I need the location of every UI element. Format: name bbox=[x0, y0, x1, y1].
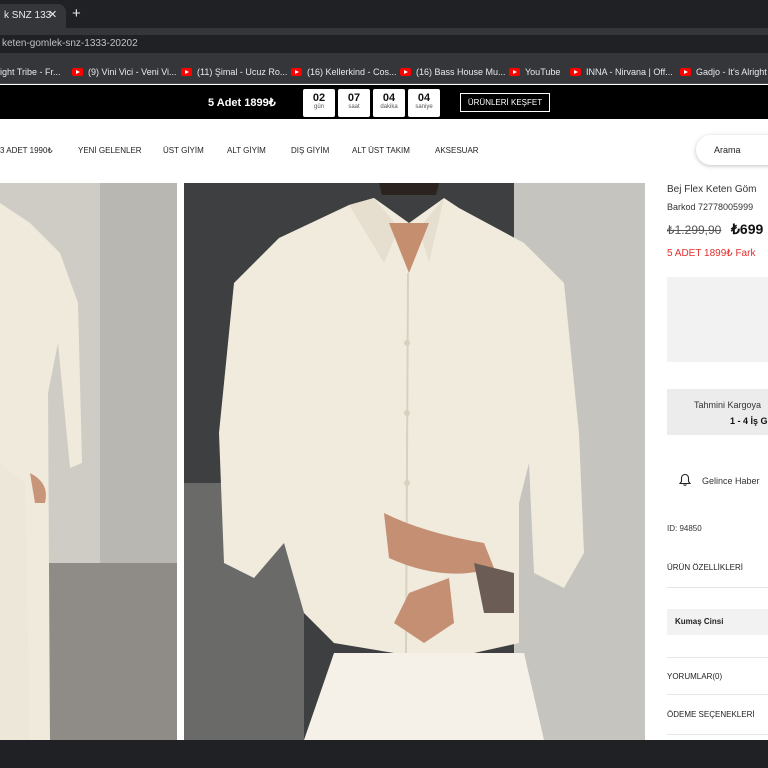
countdown-unit: saat bbox=[348, 104, 360, 110]
countdown-value: 04 bbox=[417, 92, 431, 104]
product-features-accordion[interactable]: ÜRÜN ÖZELLİKLERİ bbox=[667, 563, 768, 588]
bookmark-label: YouTube bbox=[525, 67, 561, 77]
search-input[interactable]: Arama bbox=[696, 135, 768, 165]
reviews-accordion[interactable]: YORUMLAR(0) bbox=[667, 657, 768, 695]
bookmark-item[interactable]: Gadjo - It's Alright ( bbox=[680, 65, 768, 79]
countdown-unit: gün bbox=[313, 104, 324, 110]
youtube-icon bbox=[72, 68, 83, 76]
payment-options-label: ÖDEME SEÇENEKLERİ bbox=[667, 710, 755, 719]
shipping-label: Tahmini Kargoya bbox=[694, 400, 762, 410]
product-info-panel: Bej Flex Keten Göm Barkod 72778005999 ₺1… bbox=[645, 181, 768, 740]
countdown-unit: saniye bbox=[415, 104, 433, 110]
product-id: ID: 94850 bbox=[667, 524, 702, 533]
bookmark-label: ight Tribe - Fr... bbox=[0, 67, 61, 77]
bookmark-label: (9) Vini Vici - Veni Vi... bbox=[88, 67, 177, 77]
countdown-unit: dakika bbox=[380, 104, 398, 110]
payment-options-accordion[interactable]: ÖDEME SEÇENEKLERİ bbox=[667, 695, 768, 735]
youtube-icon bbox=[181, 68, 192, 76]
fabric-type-label: Kumaş Cinsi bbox=[675, 617, 724, 626]
product-photo-2[interactable] bbox=[184, 183, 645, 740]
bookmarks-bar: ight Tribe - Fr... (9) Vini Vici - Veni … bbox=[0, 60, 768, 84]
new-price: ₺699 bbox=[731, 221, 764, 237]
new-tab-icon[interactable]: + bbox=[72, 5, 81, 22]
nav-item-new-arrivals[interactable]: YENİ GELENLER bbox=[78, 146, 142, 155]
nav-item-outerwear[interactable]: DIŞ GİYİM bbox=[291, 146, 329, 155]
notify-label: Gelince Haber bbox=[702, 476, 760, 486]
shipping-estimate: Tahmini Kargoya 1 - 4 İş G bbox=[667, 389, 768, 435]
product-photo-1[interactable] bbox=[0, 183, 177, 740]
bookmark-item[interactable]: ight Tribe - Fr... bbox=[0, 65, 61, 79]
nav-item-3-adet[interactable]: 3 ADET 1990₺ bbox=[0, 146, 53, 155]
bottom-edge bbox=[0, 740, 768, 768]
youtube-icon bbox=[400, 68, 411, 76]
bookmark-label: (11) Şimal - Ucuz Ro... bbox=[197, 67, 288, 77]
nav-item-bottoms[interactable]: ALT GİYİM bbox=[227, 146, 266, 155]
bookmark-label: INNA - Nirvana | Off... bbox=[586, 67, 673, 77]
youtube-icon bbox=[570, 68, 581, 76]
campaign-text: 5 ADET 1899₺ Fark bbox=[667, 248, 756, 259]
bookmark-item[interactable]: (16) Bass House Mu... bbox=[400, 65, 506, 79]
product-name: Bej Flex Keten Göm bbox=[667, 184, 757, 195]
browser-tab-title: k SNZ 133 bbox=[4, 10, 52, 21]
explore-products-button[interactable]: ÜRÜNLERİ KEŞFET bbox=[460, 93, 550, 112]
bookmark-item[interactable]: (16) Kellerkind - Cos... bbox=[291, 65, 397, 79]
bookmark-label: (16) Kellerkind - Cos... bbox=[307, 67, 397, 77]
main-nav: 3 ADET 1990₺ YENİ GELENLER ÜST GİYİM ALT… bbox=[0, 119, 768, 181]
bookmark-item[interactable]: (11) Şimal - Ucuz Ro... bbox=[181, 65, 287, 79]
youtube-icon bbox=[680, 68, 691, 76]
countdown-seconds: 04 saniye bbox=[408, 89, 440, 117]
tab-close-icon[interactable]: ✕ bbox=[48, 8, 57, 21]
bell-icon bbox=[678, 473, 692, 486]
product-barcode: Barkod 72778005999 bbox=[667, 202, 754, 212]
youtube-icon bbox=[291, 68, 302, 76]
countdown-hours: 07 saat bbox=[338, 89, 370, 117]
countdown-value: 07 bbox=[347, 92, 361, 104]
bookmark-item[interactable]: INNA - Nirvana | Off... bbox=[570, 65, 673, 79]
promo-text: 5 Adet 1899₺ bbox=[208, 97, 276, 109]
bookmark-label: Gadjo - It's Alright ( bbox=[696, 67, 768, 77]
product-features-label: ÜRÜN ÖZELLİKLERİ bbox=[667, 563, 744, 572]
browser-tab-strip: k SNZ 133 ✕ + bbox=[0, 0, 768, 28]
address-bar: keten-gomlek-snz-1333-20202 bbox=[0, 28, 768, 60]
url-field[interactable]: keten-gomlek-snz-1333-20202 bbox=[0, 35, 768, 53]
bookmark-label: (16) Bass House Mu... bbox=[416, 67, 506, 77]
countdown-days: 02 gün bbox=[303, 89, 335, 117]
bookmark-item[interactable]: YouTube bbox=[509, 65, 560, 79]
nav-item-accessories[interactable]: AKSESUAR bbox=[435, 146, 479, 155]
nav-item-sets[interactable]: ALT ÜST TAKIM bbox=[352, 146, 410, 155]
countdown-value: 02 bbox=[312, 92, 326, 104]
product-photo-2-image bbox=[184, 183, 645, 740]
countdown-value: 04 bbox=[382, 92, 396, 104]
bookmark-item[interactable]: (9) Vini Vici - Veni Vi... bbox=[72, 65, 177, 79]
variant-selector-area[interactable] bbox=[667, 277, 768, 362]
old-price: ₺1.299,90 bbox=[667, 223, 722, 237]
youtube-icon bbox=[509, 68, 520, 76]
product-photo-1-image bbox=[0, 183, 177, 740]
countdown-minutes: 04 dakika bbox=[373, 89, 405, 117]
fabric-type-row[interactable]: Kumaş Cinsi bbox=[667, 609, 768, 635]
promo-bar: 5 Adet 1899₺ 02 gün 07 saat 04 dakika 04… bbox=[0, 85, 768, 119]
shipping-value: 1 - 4 İş G bbox=[730, 416, 768, 426]
reviews-label: YORUMLAR(0) bbox=[667, 672, 723, 681]
nav-item-tops[interactable]: ÜST GİYİM bbox=[163, 146, 204, 155]
